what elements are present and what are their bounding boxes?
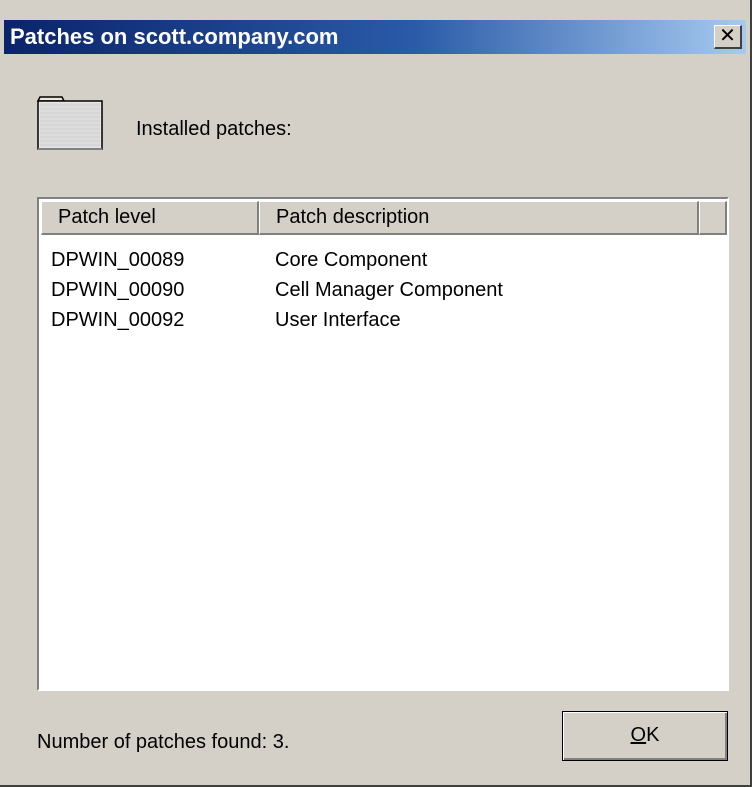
ok-mnemonic: O <box>630 724 647 746</box>
close-icon: ✕ <box>719 25 736 47</box>
ok-label-rest: K <box>646 724 660 746</box>
column-header-patch-level[interactable]: Patch level <box>41 201 259 235</box>
patch-level-cell: DPWIN_00092 <box>51 309 185 331</box>
patch-description-cell: Cell Manager Component <box>275 279 503 301</box>
patches-dialog: Patches on scott.company.com ✕ Installed… <box>0 0 752 787</box>
window-title: Patches on scott.company.com <box>10 24 339 49</box>
patch-count-status: Number of patches found: 3. <box>37 731 290 753</box>
column-header-patch-description[interactable]: Patch description <box>259 201 699 235</box>
column-header-filler <box>699 201 727 235</box>
ok-button[interactable]: OK <box>562 711 728 761</box>
list-header: Patch level Patch description <box>41 201 727 235</box>
patch-level-cell: DPWIN_00090 <box>51 279 185 301</box>
folder-icon <box>36 96 103 150</box>
patch-level-cell: DPWIN_00089 <box>51 249 185 271</box>
installed-patches-label: Installed patches: <box>136 118 292 140</box>
patch-description-cell: User Interface <box>275 309 401 331</box>
patch-list[interactable]: Patch level Patch description DPWIN_0008… <box>37 197 729 691</box>
patch-description-cell: Core Component <box>275 249 428 271</box>
close-button[interactable]: ✕ <box>714 25 742 49</box>
title-bar[interactable]: Patches on scott.company.com ✕ <box>4 20 746 54</box>
